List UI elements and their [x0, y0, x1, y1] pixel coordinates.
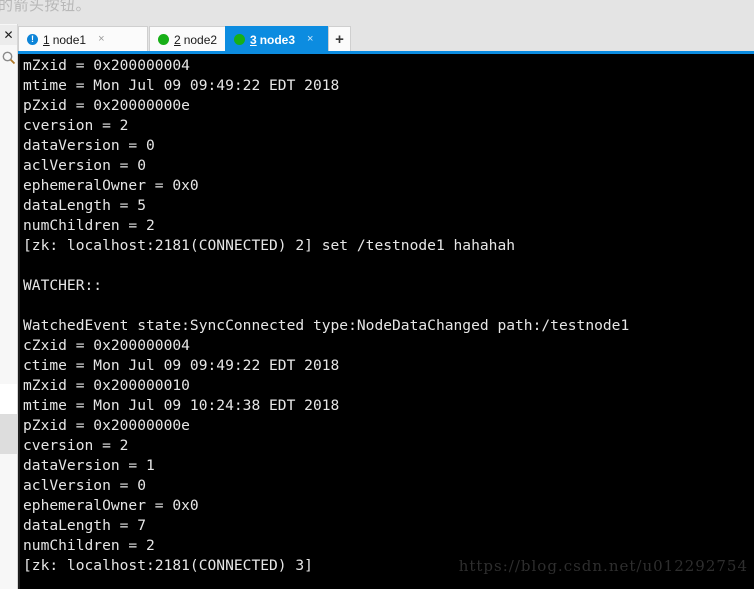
- search-icon[interactable]: [1, 50, 17, 66]
- document-caption-strip: 的箭头按钮。: [0, 0, 754, 24]
- tab-close-icon[interactable]: ×: [98, 34, 104, 45]
- tab-number: 1: [43, 32, 50, 47]
- tab-number: 3: [250, 32, 257, 47]
- document-caption-text: 的箭头按钮。: [0, 0, 92, 14]
- terminal-line: dataVersion = 0: [23, 137, 155, 154]
- terminal-line: [zk: localhost:2181(CONNECTED) 2] set /t…: [23, 237, 516, 254]
- terminal-line: dataLength = 5: [23, 197, 147, 214]
- terminal-line: mZxid = 0x200000004: [23, 57, 190, 74]
- tab-label: node1: [52, 32, 87, 47]
- tab-close-icon[interactable]: ×: [307, 34, 313, 45]
- terminal-line: WATCHER::: [23, 277, 103, 294]
- terminal-line: mtime = Mon Jul 09 10:24:38 EDT 2018: [23, 397, 340, 414]
- terminal-left-edge: [18, 54, 20, 589]
- terminal-line: ephemeralOwner = 0x0: [23, 177, 199, 194]
- terminal-line: WatchedEvent state:SyncConnected type:No…: [23, 317, 630, 334]
- terminal-line: pZxid = 0x20000000e: [23, 417, 190, 434]
- terminal-line: aclVersion = 0: [23, 157, 147, 174]
- terminal-line: cZxid = 0x200000004: [23, 337, 190, 354]
- terminal-output-pane[interactable]: mZxid = 0x200000004 mtime = Mon Jul 09 09…: [18, 54, 754, 589]
- tab-node3[interactable]: 3 node3 ×: [225, 26, 328, 52]
- tab-bar: ! 1 node1 × 2 node2 × 3 node3 × +: [18, 24, 754, 52]
- terminal-line: ctime = Mon Jul 09 09:49:22 EDT 2018: [23, 357, 340, 374]
- watermark-text: https://blog.csdn.net/u012292754: [458, 557, 748, 575]
- terminal-line: ephemeralOwner = 0x0: [23, 497, 199, 514]
- terminal-line: cversion = 2: [23, 117, 129, 134]
- terminal-line: cversion = 2: [23, 437, 129, 454]
- tab-label: node3: [259, 32, 296, 47]
- gutter-scrollbar-thumb[interactable]: [0, 414, 17, 454]
- close-icon[interactable]: ✕: [0, 25, 17, 45]
- alert-icon: !: [27, 34, 38, 45]
- terminal-line: dataLength = 7: [23, 517, 147, 534]
- tab-number: 2: [174, 32, 181, 47]
- tab-label: node2: [183, 32, 218, 47]
- status-dot-icon: [234, 34, 245, 45]
- left-gutter: ✕: [0, 24, 18, 589]
- terminal-line: mZxid = 0x200000010: [23, 377, 190, 394]
- status-dot-icon: [158, 34, 169, 45]
- new-tab-button[interactable]: +: [328, 26, 351, 52]
- terminal-line: numChildren = 2: [23, 217, 155, 234]
- terminal-lines: mZxid = 0x200000004 mtime = Mon Jul 09 09…: [23, 56, 754, 589]
- terminal-line: pZxid = 0x20000000e: [23, 97, 190, 114]
- terminal-line: numChildren = 2: [23, 537, 155, 554]
- app-window: 的箭头按钮。 ✕ ! 1 node1 × 2 node2 × 3: [0, 0, 754, 589]
- terminal-line: dataVersion = 1: [23, 457, 155, 474]
- tab-node1[interactable]: ! 1 node1 ×: [18, 26, 148, 52]
- terminal-line: mtime = Mon Jul 09 09:49:22 EDT 2018: [23, 77, 340, 94]
- terminal-line: aclVersion = 0: [23, 477, 147, 494]
